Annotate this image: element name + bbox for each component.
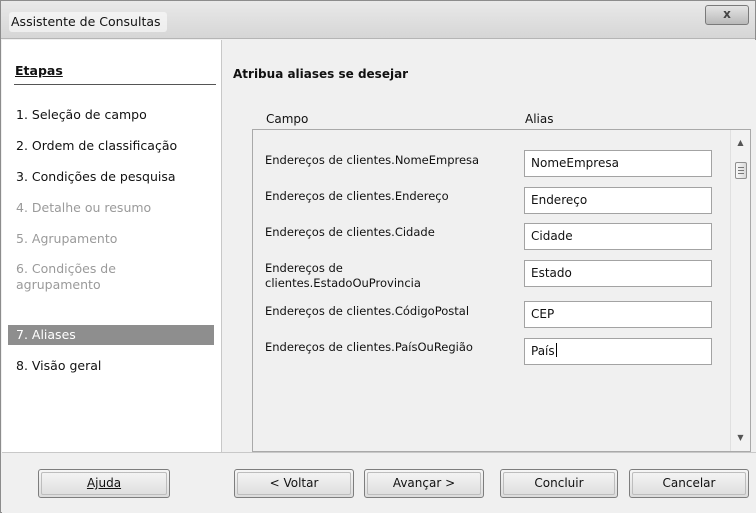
- next-button[interactable]: Avançar >: [364, 469, 484, 498]
- steps-header: Etapas: [15, 63, 63, 78]
- field-label: Endereços de clientes.Endereço: [265, 189, 449, 203]
- alias-input-pais[interactable]: País: [524, 338, 712, 365]
- step-sort-order[interactable]: 2. Ordem de classificação: [8, 135, 214, 157]
- window-title: Assistente de Consultas: [9, 12, 167, 32]
- alias-input-endereco[interactable]: Endereço: [524, 187, 712, 214]
- step-field-selection[interactable]: 1. Seleção de campo: [8, 104, 214, 126]
- aliases-panel: Atribua aliases se desejar Campo Alias E…: [223, 40, 756, 452]
- field-label: Endereços de clientes.PaísOuRegião: [265, 340, 473, 354]
- step-grouping: 5. Agrupamento: [16, 231, 118, 246]
- field-label: Endereços de clientes.NomeEmpresa: [265, 153, 480, 167]
- field-label: Endereços de clientes.EstadoOuProvincia: [265, 261, 421, 290]
- alias-list: Endereços de clientes.NomeEmpresa NomeEm…: [252, 129, 751, 452]
- scroll-down-icon[interactable]: ▼: [731, 429, 750, 447]
- vertical-scrollbar[interactable]: ▲ ▼: [730, 130, 750, 451]
- query-wizard-window: Assistente de Consultas x Etapas 1. Sele…: [0, 0, 756, 513]
- step-overview[interactable]: 8. Visão geral: [8, 355, 214, 377]
- step-detail-or-summary: 4. Detalhe ou resumo: [16, 200, 152, 215]
- step-grouping-conditions: 6. Condições de agrupamento: [16, 261, 116, 292]
- steps-divider: [14, 84, 216, 85]
- close-icon: x: [723, 7, 731, 21]
- alias-input-cidade[interactable]: Cidade: [524, 223, 712, 250]
- step-aliases[interactable]: 7. Aliases: [8, 325, 214, 345]
- button-bar: Ajuda < Voltar Avançar > Concluir Cancel…: [2, 452, 756, 513]
- close-button[interactable]: x: [705, 5, 749, 25]
- back-button[interactable]: < Voltar: [234, 469, 354, 498]
- scroll-thumb[interactable]: [735, 162, 747, 179]
- alias-column-header: Alias: [525, 112, 554, 126]
- help-button[interactable]: Ajuda: [38, 469, 170, 498]
- steps-panel: Etapas 1. Seleção de campo 2. Ordem de c…: [2, 40, 222, 452]
- field-label: Endereços de clientes.CódigoPostal: [265, 304, 470, 318]
- scroll-up-icon[interactable]: ▲: [731, 134, 750, 152]
- field-column-header: Campo: [266, 112, 309, 126]
- step-search-conditions[interactable]: 3. Condições de pesquisa: [8, 166, 214, 188]
- alias-input-nomeempresa[interactable]: NomeEmpresa: [524, 150, 712, 177]
- finish-button[interactable]: Concluir: [500, 469, 618, 498]
- panel-title: Atribua aliases se desejar: [233, 67, 409, 81]
- cancel-button[interactable]: Cancelar: [629, 469, 749, 498]
- text-caret: [555, 343, 557, 357]
- alias-input-cep[interactable]: CEP: [524, 301, 712, 328]
- alias-input-estado[interactable]: Estado: [524, 260, 712, 287]
- title-bar: Assistente de Consultas x: [1, 1, 755, 39]
- field-label: Endereços de clientes.Cidade: [265, 225, 435, 239]
